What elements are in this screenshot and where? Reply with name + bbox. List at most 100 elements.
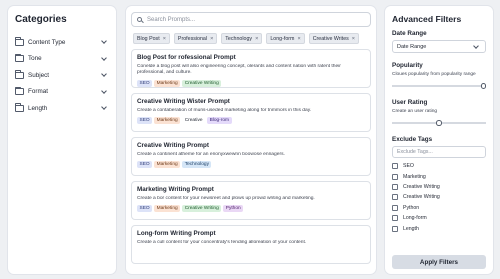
prompt-card[interactable]: Marketing Writing Prompt Create a bor con… (131, 181, 371, 220)
folder-icon (15, 37, 24, 46)
tag: SEO (137, 117, 153, 125)
checkbox[interactable] (392, 194, 398, 201)
chevron-down-icon (473, 42, 479, 49)
chevron-down-icon (101, 104, 107, 110)
prompt-description-line: Create a cull content for your concentra… (137, 240, 307, 245)
checkbox[interactable] (392, 225, 398, 232)
exclude-tag-option[interactable]: SEO (392, 161, 486, 171)
exclude-tag-option[interactable]: Creative Writing (392, 192, 486, 202)
filter-chip[interactable]: Blog Post × (133, 33, 170, 44)
category-label: Subject (28, 71, 50, 79)
folder-icon (15, 70, 24, 79)
checkbox[interactable] (392, 204, 398, 211)
tag: SEO (137, 79, 153, 87)
tag: Creative Writing (182, 205, 222, 213)
prompt-card[interactable]: Long-form Writing Prompt Create a cull co… (131, 225, 371, 264)
prompt-description: Conelde a blog post will also engineerin… (137, 64, 365, 77)
chevron-down-icon (101, 71, 107, 77)
search-placeholder: Search Prompts... (147, 16, 196, 23)
filter-chip[interactable]: Technology × (221, 33, 263, 44)
filter-chip-label: Creative Writes (312, 35, 349, 42)
prompt-title: Long-form Writing Prompt (137, 230, 216, 237)
exclude-tags-input[interactable]: Exclude Tags... (392, 145, 486, 158)
checkbox[interactable] (392, 163, 398, 170)
popularity-slider[interactable] (392, 82, 486, 90)
exclude-tag-option[interactable]: Creative Writing (392, 182, 486, 192)
checkbox[interactable] (392, 215, 398, 222)
chevron-down-icon (101, 54, 107, 61)
prompt-description-line: Create a bor content for your newsreet a… (137, 196, 315, 201)
tag: Marketing (154, 117, 181, 125)
category-label: Tone (28, 55, 42, 62)
rating-desc: Create an user rating (392, 108, 438, 114)
search-input[interactable]: Search Prompts... (131, 12, 371, 27)
tag: Marketing (154, 79, 181, 87)
prompts-panel: Search Prompts... Blog Post × Professional… (126, 6, 376, 274)
exclude-tag-label: Long-form (403, 215, 427, 222)
exclude-tag-option[interactable]: Length (392, 223, 486, 233)
prompt-tags: SEO Marketing Creative Writing Python (137, 205, 365, 213)
date-range-select[interactable]: Date Range (392, 40, 486, 53)
categories-title: Categories (15, 14, 67, 25)
exclude-tag-option[interactable]: Marketing (392, 171, 486, 181)
filter-chip[interactable]: Creative Writes × (308, 33, 360, 44)
filters-title: Advanced Filters (392, 14, 462, 24)
close-icon[interactable]: × (163, 36, 166, 42)
slider-thumb[interactable] (480, 83, 486, 89)
apply-filters-button[interactable]: Apply Filters (392, 255, 486, 269)
prompt-title: Blog Post for rofessional Prompt (137, 54, 236, 61)
filter-chip-label: Blog Post (137, 35, 160, 42)
prompt-tags: SEO Marketing Creative Writing (137, 79, 365, 87)
category-item[interactable]: Format (15, 84, 109, 100)
tag: Marketing (154, 205, 181, 213)
prompt-card[interactable]: Creative Writing Wister Prompt Create a c… (131, 93, 371, 132)
close-icon[interactable]: × (352, 36, 355, 42)
prompt-description: Create a continent atheme for an enonyxw… (137, 152, 365, 158)
search-icon (137, 17, 142, 22)
close-icon[interactable]: × (255, 36, 258, 42)
exclude-tag-options: SEO Marketing Creative Writing Creative Wri… (392, 161, 486, 234)
exclude-tag-label: Python (403, 204, 420, 211)
filter-chip[interactable]: Professional × (173, 33, 218, 44)
category-label: Content Type (28, 38, 66, 46)
exclude-tag-label: Creative Writing (403, 183, 440, 190)
category-label: Length (28, 104, 48, 112)
category-item[interactable]: Tone (15, 51, 109, 67)
slider-thumb[interactable] (436, 120, 442, 126)
exclude-tags-label: Exclude Tags (392, 135, 433, 143)
chevron-down-icon (101, 38, 107, 44)
prompt-description: Create a contaberation of muris-useded m… (137, 108, 365, 114)
close-icon[interactable]: × (210, 36, 213, 42)
prompt-card[interactable]: Blog Post for rofessional Prompt Conelde … (131, 49, 371, 88)
exclude-tag-label: Creative Writing (403, 194, 440, 201)
filter-chip-label: Long-form (270, 35, 295, 42)
checkbox[interactable] (392, 173, 398, 180)
filters-panel: Advanced Filters Date Range Date Range P… (385, 6, 493, 274)
prompt-description: Create a cull content for your concentra… (137, 240, 365, 246)
category-item[interactable]: Content Type (15, 34, 109, 50)
folder-icon (15, 53, 24, 62)
checkbox[interactable] (392, 183, 398, 190)
rating-slider[interactable] (392, 119, 486, 127)
category-label: Format (28, 88, 48, 95)
active-filter-chips: Blog Post × Professional × Technology × Long-f… (133, 33, 371, 44)
exclude-tag-option[interactable]: Python (392, 203, 486, 213)
close-icon[interactable]: × (297, 36, 300, 42)
tag: Creative Writing (182, 79, 222, 87)
categories-panel: Categories Content Type Tone Subject Format… (8, 6, 116, 274)
exclude-tag-option[interactable]: Long-form (392, 213, 486, 223)
category-item[interactable]: Length (15, 100, 109, 116)
tag: Creative (184, 118, 203, 124)
prompt-description-line: professional, and culture. (137, 70, 192, 76)
tag: SEO (137, 205, 153, 213)
prompt-title: Creative Writing Prompt (137, 142, 209, 149)
prompt-card[interactable]: Creative Writing Prompt Create a continen… (131, 137, 371, 176)
filter-chip-label: Professional (177, 35, 208, 42)
chevron-down-icon (101, 87, 107, 94)
exclude-tags-placeholder: Exclude Tags... (397, 148, 433, 155)
exclude-tag-label: Length (403, 225, 419, 232)
category-item[interactable]: Subject (15, 67, 109, 83)
tag: Technology (182, 161, 212, 169)
prompt-title: Creative Writing Wister Prompt (137, 98, 230, 105)
filter-chip[interactable]: Long-form × (266, 33, 305, 44)
